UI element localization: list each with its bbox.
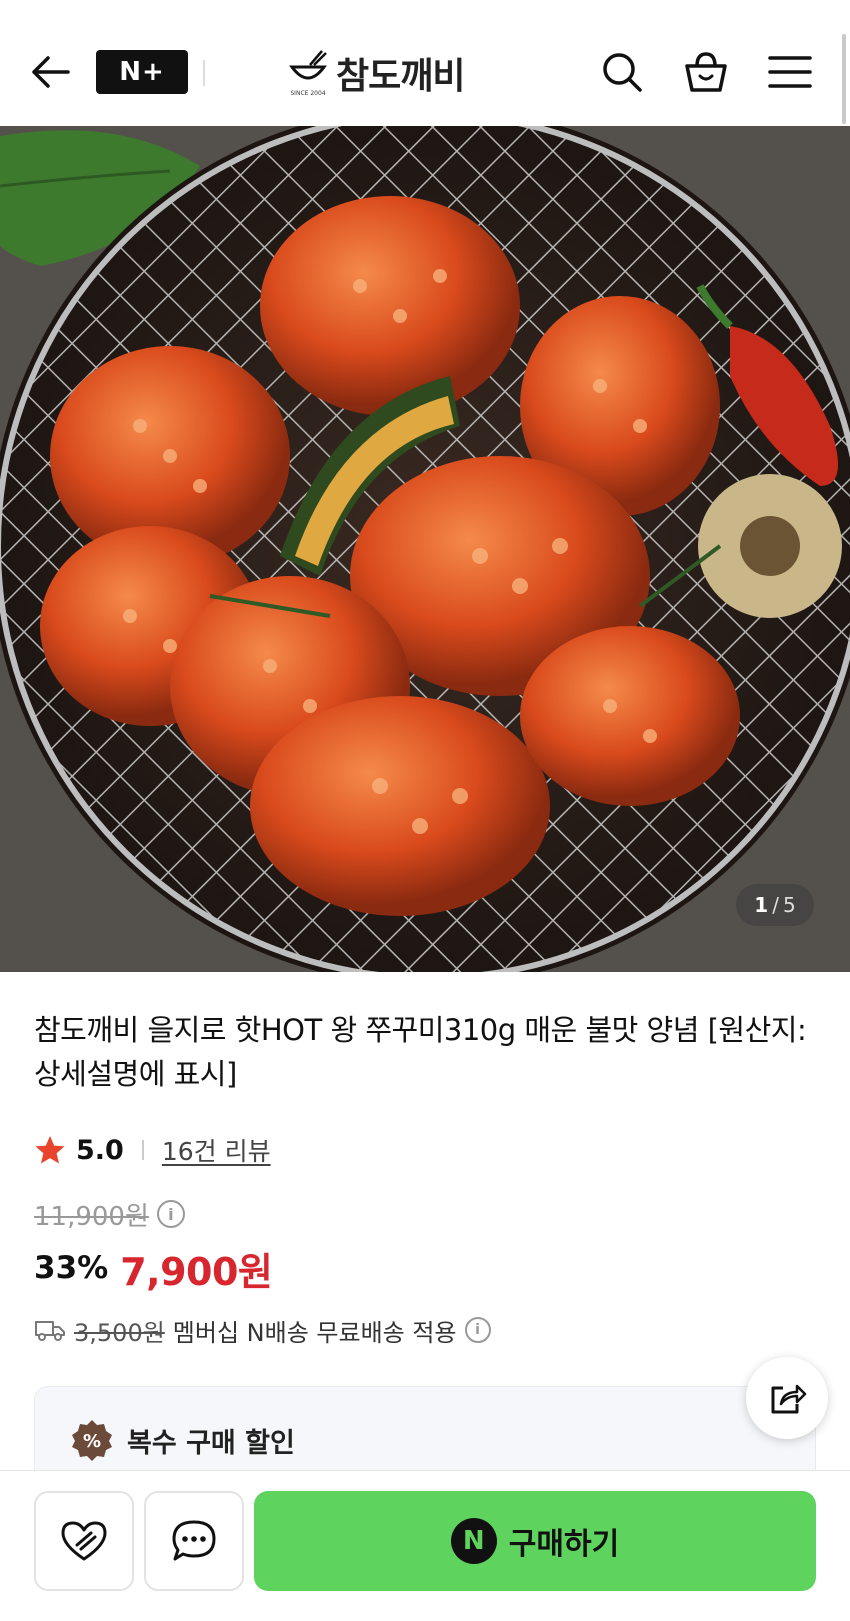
original-price-row: 11,900원 i <box>34 1196 185 1232</box>
multi-buy-content: % 복수 구매 할인 <box>71 1417 295 1463</box>
cart-button[interactable] <box>682 48 730 96</box>
info-icon[interactable]: i <box>156 1200 185 1228</box>
product-photo-octopus-icon <box>0 126 850 972</box>
page-scrollbar[interactable] <box>842 34 846 124</box>
sale-price-row: 33% 7,900원 <box>34 1240 273 1296</box>
gallery-total-pages: 5 <box>782 893 796 917</box>
store-brand[interactable]: SINCE 2004 참도깨비 <box>288 46 465 100</box>
buy-now-label: 구매하기 <box>508 1527 620 1562</box>
brand-name: 참도깨비 <box>336 56 465 97</box>
delivery-truck-icon <box>35 1321 65 1341</box>
top-header: N+ SINCE 2004 참도깨비 <box>0 0 850 126</box>
shopping-basket-icon <box>685 52 727 92</box>
share-icon <box>771 1384 807 1414</box>
gallery-current-page: 1 <box>754 893 769 917</box>
star-icon <box>35 1136 65 1164</box>
arrow-left-icon <box>32 56 70 88</box>
bottom-action-bar: N 구매하기 <box>0 1470 850 1621</box>
brand-logo-icon: SINCE 2004 <box>288 49 328 97</box>
multi-buy-label: 복수 구매 할인 <box>127 1427 295 1459</box>
percent-badge-symbol: % <box>83 1431 101 1452</box>
menu-button[interactable] <box>766 48 814 96</box>
heart-icon <box>61 1521 107 1561</box>
delivery-fee: 3,500원 <box>74 1318 165 1347</box>
rating-divider <box>141 1140 144 1160</box>
product-title: 참도깨비 을지로 핫HOT 왕 쭈꾸미310g 매운 불맛 양념 [원산지:상세… <box>34 1013 807 1091</box>
hamburger-menu-icon <box>768 56 812 88</box>
rating-row: 5.0 16건 리뷰 <box>34 1130 271 1170</box>
buy-now-button[interactable]: N 구매하기 <box>254 1491 816 1591</box>
delivery-row: 3,500원 멤버십 N배송 무료배송 적용 i <box>34 1310 491 1350</box>
gallery-separator: / <box>772 893 779 917</box>
naver-pay-n-icon: N <box>450 1518 497 1564</box>
review-count-link[interactable]: 16건 리뷰 <box>162 1132 271 1168</box>
talk-talk-button[interactable] <box>144 1491 244 1591</box>
share-button[interactable] <box>746 1357 828 1439</box>
rating-value: 5.0 <box>76 1134 124 1166</box>
header-divider <box>203 60 205 86</box>
delivery-info-icon[interactable]: i <box>464 1317 491 1343</box>
search-button[interactable] <box>598 48 646 96</box>
original-price: 11,900원 <box>34 1201 149 1232</box>
naver-plus-logo[interactable]: N+ <box>96 50 188 94</box>
gallery-page-indicator: 1 / 5 <box>736 884 814 926</box>
search-icon <box>603 53 642 92</box>
chat-bubble-icon <box>172 1520 216 1561</box>
product-image-carousel[interactable]: 1 / 5 <box>0 126 850 972</box>
discount-rate: 33% <box>34 1250 109 1286</box>
wishlist-button[interactable] <box>34 1491 134 1591</box>
brand-since: SINCE 2004 <box>290 90 326 97</box>
delivery-note: 멤버십 N배송 무료배송 적용 <box>172 1318 457 1347</box>
percent-badge-icon: % <box>71 1419 113 1461</box>
back-button[interactable] <box>28 50 72 94</box>
sale-price: 7,900원 <box>120 1249 273 1294</box>
